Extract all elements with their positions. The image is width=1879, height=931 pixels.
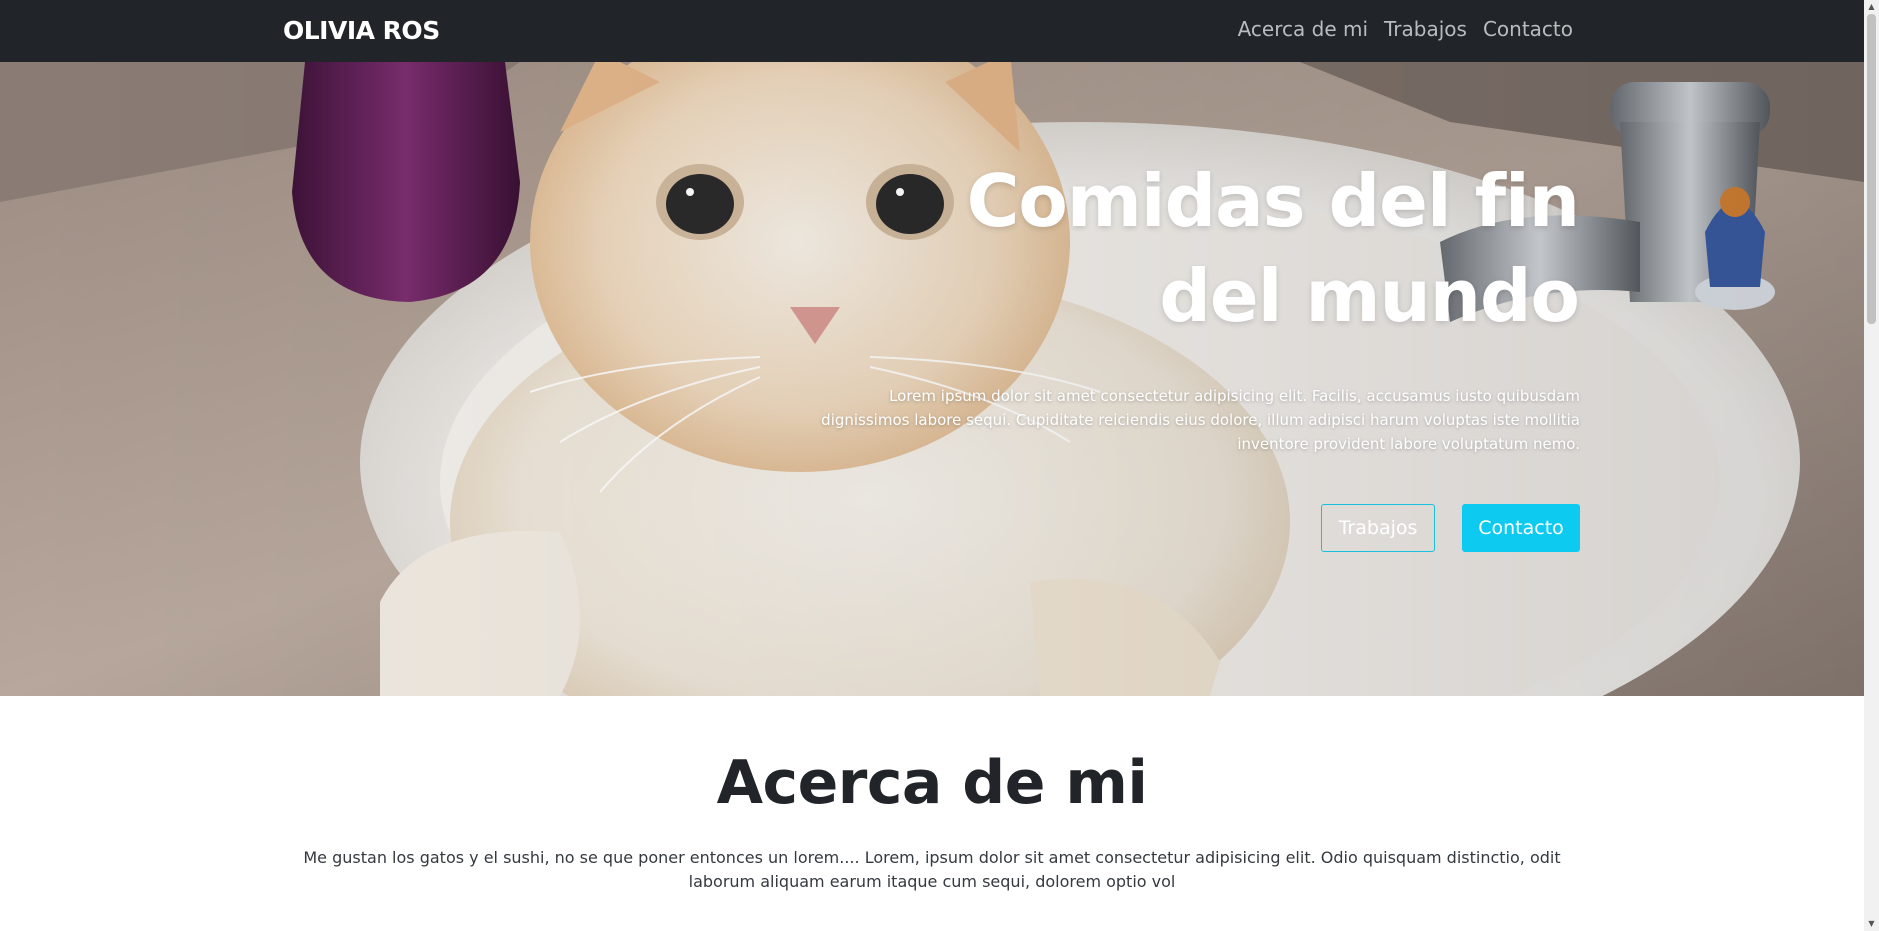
nav-link-trabajos[interactable]: Trabajos xyxy=(1384,17,1467,41)
about-section: Acerca de mi Me gustan los gatos y el su… xyxy=(0,696,1864,931)
scroll-thumb[interactable] xyxy=(1867,14,1876,324)
vertical-scrollbar[interactable]: ▲ ▼ xyxy=(1864,0,1879,931)
about-text: Me gustan los gatos y el sushi, no se qu… xyxy=(303,848,1561,891)
about-title: Acerca de mi xyxy=(716,748,1148,818)
page: OLIVIA ROS Acerca de mi Trabajos Contact… xyxy=(0,0,1864,931)
nav-link-acerca[interactable]: Acerca de mi xyxy=(1238,17,1368,41)
nav-link-contacto[interactable]: Contacto xyxy=(1483,17,1573,41)
nav-links: Acerca de mi Trabajos Contacto xyxy=(1238,17,1573,41)
contacto-button[interactable]: Contacto xyxy=(1462,504,1580,552)
hero-title: Comidas del fin del mundo xyxy=(966,159,1580,338)
hero-section: Comidas del fin del mundo Lorem ipsum do… xyxy=(0,62,1864,696)
hero-description: Lorem ipsum dolor sit amet consectetur a… xyxy=(821,387,1580,453)
scroll-up-arrow-icon[interactable]: ▲ xyxy=(1864,0,1879,14)
brand-logo[interactable]: OLIVIA ROS xyxy=(283,16,440,45)
navbar: OLIVIA ROS Acerca de mi Trabajos Contact… xyxy=(0,0,1864,62)
scroll-down-arrow-icon[interactable]: ▼ xyxy=(1864,917,1879,931)
trabajos-button[interactable]: Trabajos xyxy=(1321,504,1435,552)
